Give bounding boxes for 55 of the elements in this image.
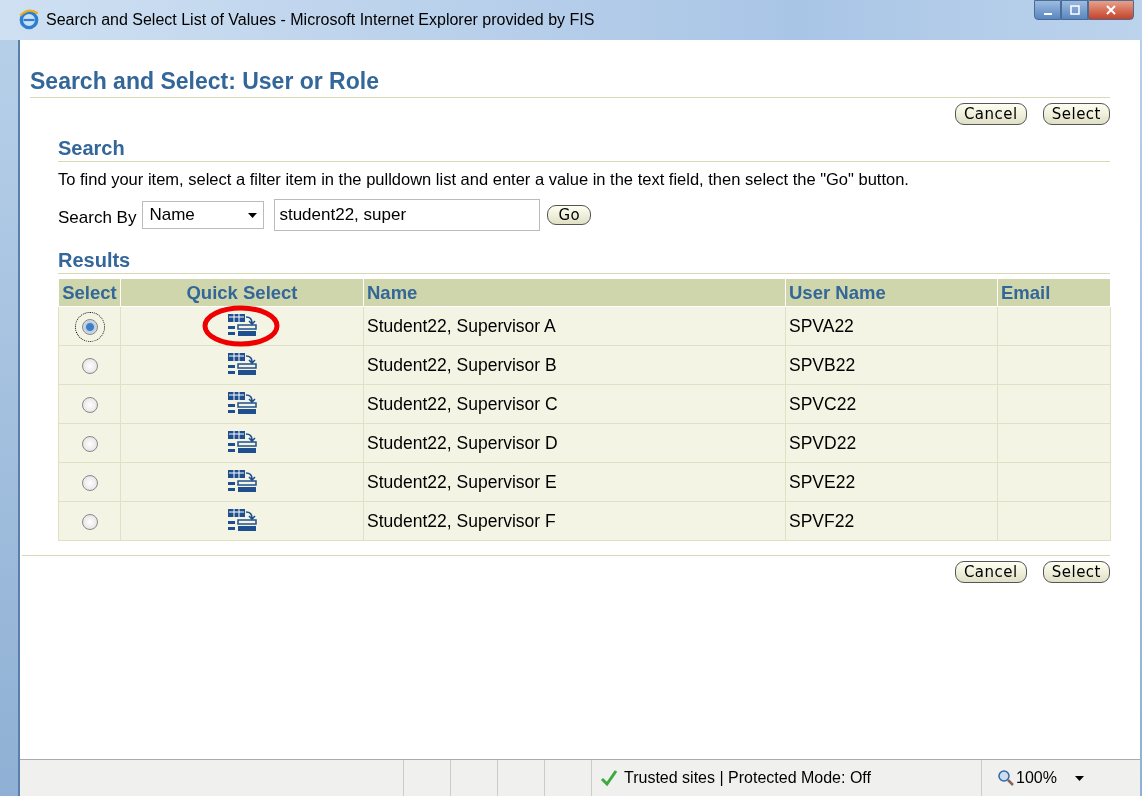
page-title: Search and Select: User or Role bbox=[30, 68, 1110, 98]
action-button[interactable]: Select bbox=[1042, 103, 1110, 125]
instructions-text: To find your item, select a filter item in the pulldown list and enter a value in the text field, then select the "Go" button. bbox=[58, 170, 910, 189]
action-button[interactable]: Cancel bbox=[954, 561, 1027, 583]
column-header: Email bbox=[997, 279, 1111, 307]
go-button[interactable]: Go bbox=[547, 205, 592, 225]
table-cell: Student22, Supervisor E bbox=[363, 462, 786, 502]
table-cell: Student22, Supervisor C bbox=[363, 384, 786, 424]
table-cell: SPVA22 bbox=[785, 306, 998, 346]
window-title: Search and Select List of Values - Microsoft Internet Explorer provided by FIS bbox=[46, 11, 595, 29]
filter-dropdown[interactable]: Name bbox=[142, 201, 265, 229]
select-radio[interactable] bbox=[81, 318, 98, 335]
column-header: Name bbox=[363, 279, 786, 307]
table-cell: Student22, Supervisor F bbox=[363, 501, 786, 541]
dropdown-arrow-icon bbox=[248, 212, 258, 218]
section-heading: Search bbox=[58, 137, 1110, 162]
minimize-button[interactable] bbox=[1034, 0, 1061, 20]
maximize-button[interactable] bbox=[1061, 0, 1088, 20]
table-cell: Student22, Supervisor B bbox=[363, 345, 786, 385]
maximize-icon bbox=[1069, 5, 1080, 15]
quick-select-icon[interactable] bbox=[226, 508, 258, 534]
select-radio[interactable] bbox=[81, 357, 98, 374]
close-icon bbox=[1106, 5, 1116, 15]
quick-select-icon[interactable] bbox=[226, 469, 258, 495]
column-header: User Name bbox=[785, 279, 998, 307]
column-header: Select bbox=[58, 279, 121, 307]
quick-select-icon[interactable] bbox=[226, 313, 258, 339]
table-cell: Student22, Supervisor D bbox=[363, 423, 786, 463]
dropdown-arrow-icon bbox=[1074, 775, 1084, 781]
action-button[interactable]: Cancel bbox=[954, 103, 1027, 125]
select-radio[interactable] bbox=[81, 396, 98, 413]
table-cell: SPVF22 bbox=[785, 501, 998, 541]
quick-select-icon[interactable] bbox=[226, 352, 258, 378]
select-radio[interactable] bbox=[81, 474, 98, 491]
quick-select-icon[interactable] bbox=[226, 391, 258, 417]
minimize-icon bbox=[1043, 12, 1052, 15]
table-cell: SPVC22 bbox=[785, 384, 998, 424]
section-heading: Results bbox=[58, 249, 1110, 274]
zoom-icon bbox=[998, 770, 1014, 786]
table-cell: Student22, Supervisor A bbox=[363, 306, 786, 346]
select-radio[interactable] bbox=[81, 435, 98, 452]
table-cell: SPVB22 bbox=[785, 345, 998, 385]
action-button[interactable]: Select bbox=[1042, 561, 1110, 583]
browser-logo-icon bbox=[18, 9, 40, 31]
table-cell: SPVD22 bbox=[785, 423, 998, 463]
table-cell: SPVE22 bbox=[785, 462, 998, 502]
search-field[interactable]: student22, super bbox=[274, 199, 541, 231]
close-button[interactable] bbox=[1088, 0, 1134, 20]
quick-select-icon[interactable] bbox=[226, 430, 258, 456]
select-radio[interactable] bbox=[81, 513, 98, 530]
search-by-label: Search By bbox=[58, 207, 137, 228]
column-header: Quick Select bbox=[120, 279, 364, 307]
zoom-control[interactable]: 100% bbox=[982, 760, 1140, 796]
checkmark-icon bbox=[600, 769, 618, 787]
security-zone-text: Trusted sites | Protected Mode: Off bbox=[624, 769, 871, 787]
